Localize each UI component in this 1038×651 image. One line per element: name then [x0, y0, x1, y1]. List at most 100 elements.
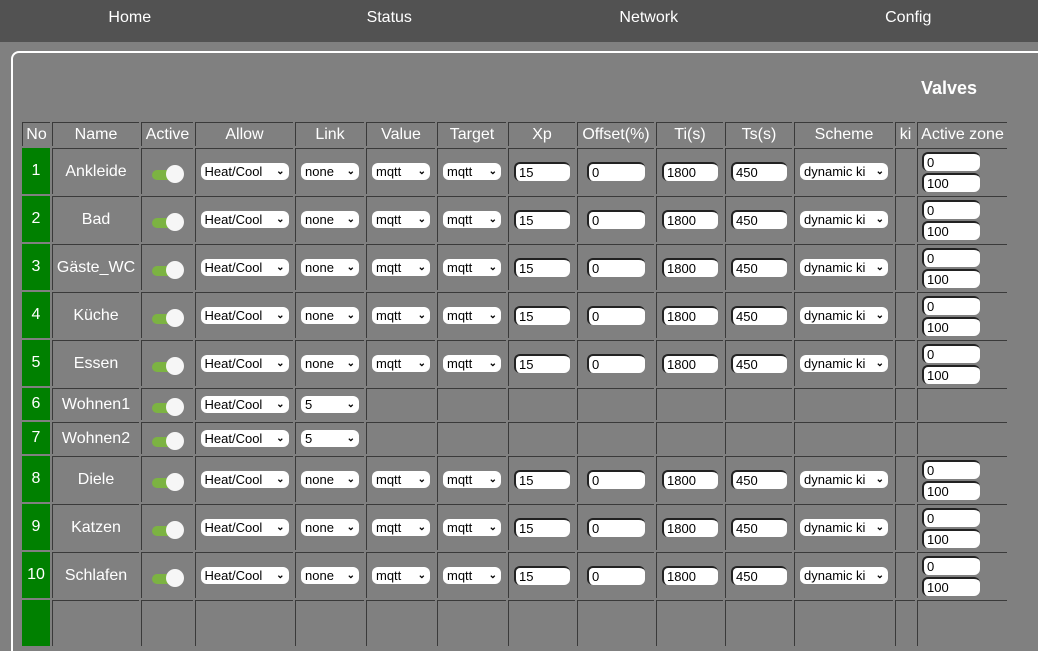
offset-input[interactable]: 0 — [587, 210, 645, 229]
offset-input[interactable]: 0 — [587, 470, 645, 489]
target-select[interactable]: mqtt⌄ — [443, 307, 501, 324]
ti-input[interactable]: 1800 — [662, 210, 718, 229]
ti-input[interactable]: 1800 — [662, 566, 718, 585]
offset-input[interactable]: 0 — [587, 258, 645, 277]
value-select[interactable]: mqtt⌄ — [372, 355, 430, 372]
active-toggle[interactable] — [152, 214, 184, 230]
target-select[interactable]: mqtt⌄ — [443, 211, 501, 228]
ts-input[interactable]: 450 — [731, 306, 787, 325]
zone-min-input[interactable]: 0 — [922, 460, 980, 479]
link-select[interactable]: none⌄ — [301, 355, 359, 372]
active-toggle[interactable] — [152, 522, 184, 538]
xp-input[interactable]: 15 — [514, 258, 570, 277]
zone-max-input[interactable]: 100 — [922, 481, 980, 500]
zone-min-input[interactable]: 0 — [922, 200, 980, 219]
ts-input[interactable]: 450 — [731, 518, 787, 537]
scheme-select[interactable]: dynamic ki⌄ — [800, 259, 888, 276]
active-toggle[interactable] — [152, 262, 184, 278]
ti-input[interactable]: 1800 — [662, 306, 718, 325]
value-select[interactable]: mqtt⌄ — [372, 567, 430, 584]
ts-input[interactable]: 450 — [731, 354, 787, 373]
offset-input[interactable]: 0 — [587, 566, 645, 585]
nav-status[interactable]: Status — [260, 0, 520, 42]
active-toggle[interactable] — [152, 474, 184, 490]
link-select[interactable]: none⌄ — [301, 163, 359, 180]
value-select[interactable]: mqtt⌄ — [372, 163, 430, 180]
offset-input[interactable]: 0 — [587, 306, 645, 325]
offset-input[interactable]: 0 — [587, 162, 645, 181]
link-select[interactable]: none⌄ — [301, 259, 359, 276]
ti-input[interactable]: 1800 — [662, 354, 718, 373]
scheme-select[interactable]: dynamic ki⌄ — [800, 567, 888, 584]
xp-input[interactable]: 15 — [514, 162, 570, 181]
link-select[interactable]: none⌄ — [301, 471, 359, 488]
scheme-select[interactable]: dynamic ki⌄ — [800, 211, 888, 228]
ts-input[interactable]: 450 — [731, 258, 787, 277]
link-select[interactable]: none⌄ — [301, 519, 359, 536]
target-select[interactable]: mqtt⌄ — [443, 471, 501, 488]
link-select[interactable]: none⌄ — [301, 307, 359, 324]
nav-home[interactable]: Home — [0, 0, 260, 42]
ts-input[interactable]: 450 — [731, 162, 787, 181]
ts-input[interactable]: 450 — [731, 210, 787, 229]
value-select[interactable]: mqtt⌄ — [372, 519, 430, 536]
target-select[interactable]: mqtt⌄ — [443, 259, 501, 276]
active-toggle[interactable] — [152, 358, 184, 374]
zone-min-input[interactable]: 0 — [922, 152, 980, 171]
zone-min-input[interactable]: 0 — [922, 556, 980, 575]
scheme-select[interactable]: dynamic ki⌄ — [800, 355, 888, 372]
xp-input[interactable]: 15 — [514, 566, 570, 585]
zone-max-input[interactable]: 100 — [922, 269, 980, 288]
active-toggle[interactable] — [152, 166, 184, 182]
ti-input[interactable]: 1800 — [662, 518, 718, 537]
value-select[interactable]: mqtt⌄ — [372, 471, 430, 488]
allow-select[interactable]: Heat/Cool⌄ — [201, 396, 289, 413]
allow-select[interactable]: Heat/Cool⌄ — [201, 471, 289, 488]
offset-input[interactable]: 0 — [587, 354, 645, 373]
zone-min-input[interactable]: 0 — [922, 508, 980, 527]
ts-input[interactable]: 450 — [731, 566, 787, 585]
active-toggle[interactable] — [152, 570, 184, 586]
scheme-select[interactable]: dynamic ki⌄ — [800, 519, 888, 536]
ti-input[interactable]: 1800 — [662, 258, 718, 277]
active-toggle[interactable] — [152, 399, 184, 415]
ti-input[interactable]: 1800 — [662, 162, 718, 181]
target-select[interactable]: mqtt⌄ — [443, 519, 501, 536]
allow-select[interactable]: Heat/Cool⌄ — [201, 430, 289, 447]
allow-select[interactable]: Heat/Cool⌄ — [201, 567, 289, 584]
zone-max-input[interactable]: 100 — [922, 317, 980, 336]
target-select[interactable]: mqtt⌄ — [443, 355, 501, 372]
link-select[interactable]: none⌄ — [301, 211, 359, 228]
allow-select[interactable]: Heat/Cool⌄ — [201, 307, 289, 324]
target-select[interactable]: mqtt⌄ — [443, 163, 501, 180]
ti-input[interactable]: 1800 — [662, 470, 718, 489]
target-select[interactable]: mqtt⌄ — [443, 567, 501, 584]
value-select[interactable]: mqtt⌄ — [372, 211, 430, 228]
scheme-select[interactable]: dynamic ki⌄ — [800, 163, 888, 180]
nav-network[interactable]: Network — [519, 0, 779, 42]
value-select[interactable]: mqtt⌄ — [372, 307, 430, 324]
scheme-select[interactable]: dynamic ki⌄ — [800, 471, 888, 488]
active-toggle[interactable] — [152, 310, 184, 326]
allow-select[interactable]: Heat/Cool⌄ — [201, 355, 289, 372]
allow-select[interactable]: Heat/Cool⌄ — [201, 519, 289, 536]
zone-max-input[interactable]: 100 — [922, 173, 980, 192]
allow-select[interactable]: Heat/Cool⌄ — [201, 259, 289, 276]
zone-max-input[interactable]: 100 — [922, 221, 980, 240]
active-toggle[interactable] — [152, 433, 184, 449]
xp-input[interactable]: 15 — [514, 210, 570, 229]
link-select[interactable]: 5⌄ — [301, 396, 359, 413]
xp-input[interactable]: 15 — [514, 354, 570, 373]
zone-max-input[interactable]: 100 — [922, 365, 980, 384]
link-select[interactable]: 5⌄ — [301, 430, 359, 447]
xp-input[interactable]: 15 — [514, 518, 570, 537]
scheme-select[interactable]: dynamic ki⌄ — [800, 307, 888, 324]
zone-max-input[interactable]: 100 — [922, 577, 980, 596]
nav-config[interactable]: Config — [779, 0, 1038, 42]
xp-input[interactable]: 15 — [514, 470, 570, 489]
ts-input[interactable]: 450 — [731, 470, 787, 489]
value-select[interactable]: mqtt⌄ — [372, 259, 430, 276]
xp-input[interactable]: 15 — [514, 306, 570, 325]
zone-min-input[interactable]: 0 — [922, 296, 980, 315]
zone-min-input[interactable]: 0 — [922, 248, 980, 267]
